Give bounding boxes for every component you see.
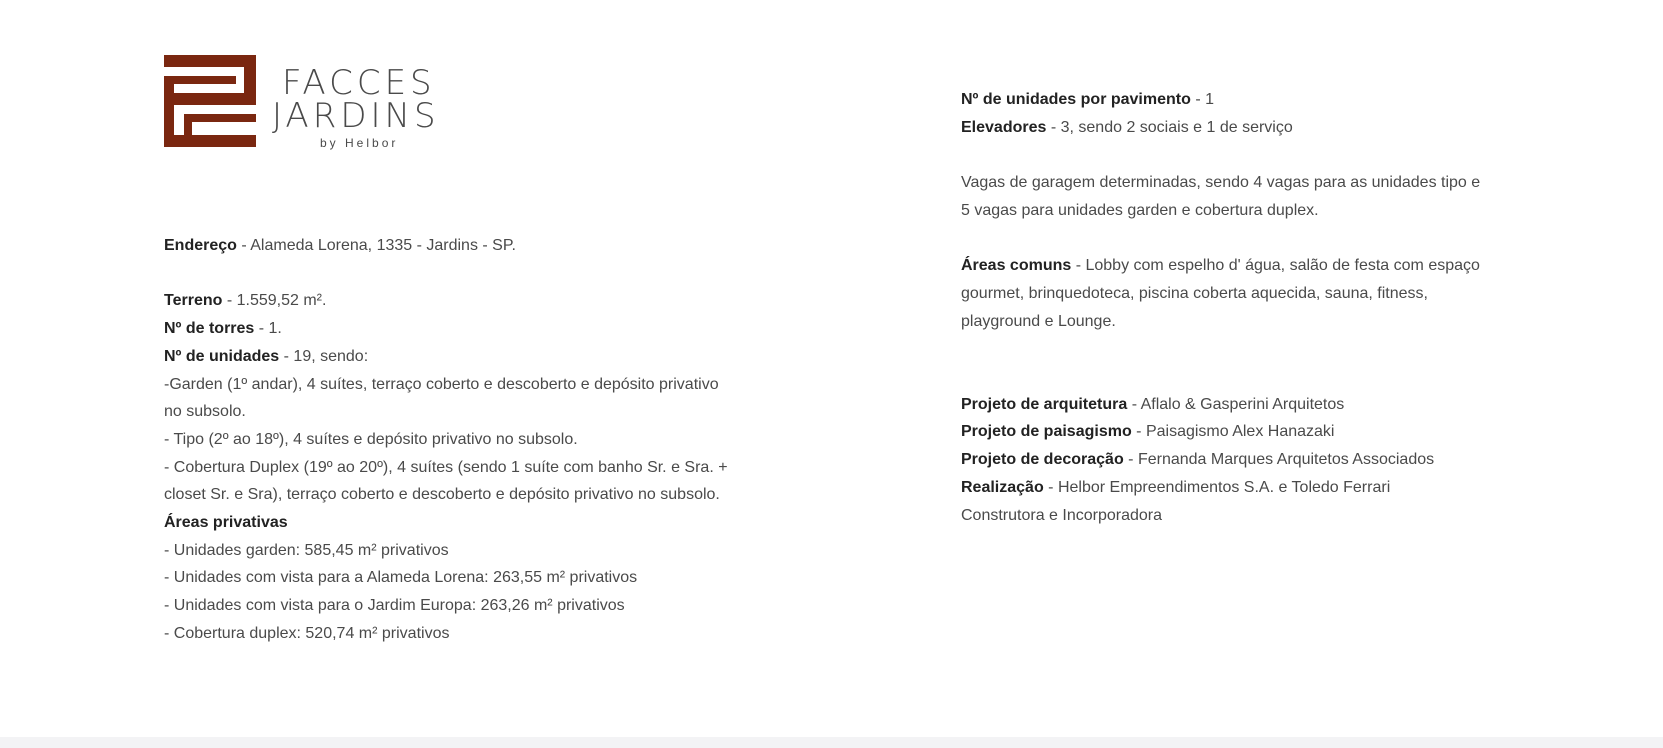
area-privativa-item: - Unidades garden: 585,45 m² privativos bbox=[164, 541, 449, 559]
unidades-pavimento-value: - 1 bbox=[1190, 91, 1214, 108]
decoracao-label: Projeto de decoração bbox=[961, 451, 1124, 469]
elevadores-value: - 3, sendo 2 sociais e 1 de serviço bbox=[1046, 118, 1293, 136]
endereco-line: Endereço - Alameda Lorena, 1335 - Jardin… bbox=[164, 232, 804, 260]
endereco-value: - Alameda Lorena, 1335 - Jardins - SP. bbox=[236, 237, 516, 254]
logo-wordmark: FACCES JARDINS by Helbor bbox=[272, 66, 440, 150]
unidades-detail-line: no subsolo. bbox=[164, 403, 246, 421]
facces-jardins-logo: FACCES JARDINS by Helbor bbox=[164, 55, 464, 150]
paisagismo-label: Projeto de paisagismo bbox=[961, 423, 1132, 441]
arquitetura-label: Projeto de arquitetura bbox=[961, 395, 1128, 413]
vagas-line: 5 vagas para unidades garden e cobertura… bbox=[961, 201, 1319, 219]
decoracao-line: Projeto de decoração - Fernanda Marques … bbox=[961, 446, 1561, 474]
specs-left-column: Endereço - Alameda Lorena, 1335 - Jardin… bbox=[164, 232, 804, 648]
footer-strip bbox=[0, 737, 1663, 748]
areas-privativas-title: Áreas privativas bbox=[164, 514, 288, 532]
paisagismo-line: Projeto de paisagismo - Paisagismo Alex … bbox=[961, 418, 1561, 446]
facces-logo-mark-icon bbox=[164, 55, 256, 147]
unidades-detail-line: closet Sr. e Sra), terraço coberto e des… bbox=[164, 486, 720, 504]
unidades-line: Nº de unidades - 19, sendo: bbox=[164, 343, 804, 371]
areas-comuns-line: gourmet, brinquedoteca, piscina coberta … bbox=[961, 284, 1428, 302]
realizacao-label: Realização bbox=[961, 478, 1044, 496]
vagas-line: Vagas de garagem determinadas, sendo 4 v… bbox=[961, 174, 1481, 192]
area-privativa-item: - Unidades com vista para o Jardim Europ… bbox=[164, 597, 625, 615]
realizacao-line: Realização - Helbor Empreendimentos S.A.… bbox=[961, 474, 1561, 502]
page: FACCES JARDINS by Helbor Endereço - Alam… bbox=[0, 0, 1663, 737]
areas-comuns-line: Áreas comuns - Lobby com espelho d' água… bbox=[961, 252, 1561, 280]
realizacao-line-2: Construtora e Incorporadora bbox=[961, 506, 1162, 524]
paisagismo-value: - Paisagismo Alex Hanazaki bbox=[1131, 423, 1335, 441]
torres-label: Nº de torres bbox=[164, 320, 255, 338]
unidades-pavimento-line: Nº de unidades por pavimento - 1 bbox=[961, 86, 1561, 114]
unidades-value: - 19, sendo: bbox=[279, 347, 369, 365]
torres-value: - 1. bbox=[254, 320, 282, 338]
arquitetura-value: - Aflalo & Gasperini Arquitetos bbox=[1127, 395, 1345, 413]
areas-comuns-value: - Lobby com espelho d' água, salão de fe… bbox=[1071, 257, 1480, 275]
area-privativa-item: - Unidades com vista para a Alameda Lore… bbox=[164, 569, 638, 587]
endereco-label: Endereço bbox=[164, 237, 237, 254]
realizacao-value: - Helbor Empreendimentos S.A. e Toledo F… bbox=[1043, 478, 1391, 496]
terreno-label: Terreno bbox=[164, 292, 223, 310]
elevadores-label: Elevadores bbox=[961, 118, 1047, 136]
arquitetura-line: Projeto de arquitetura - Aflalo & Gasper… bbox=[961, 391, 1561, 419]
decoracao-value: - Fernanda Marques Arquitetos Associados bbox=[1123, 451, 1435, 469]
areas-comuns-label: Áreas comuns bbox=[961, 257, 1072, 275]
logo-jardins-text: JARDINS bbox=[272, 96, 440, 136]
specs-right-column: Nº de unidades por pavimento - 1 Elevado… bbox=[961, 86, 1561, 529]
elevadores-line: Elevadores - 3, sendo 2 sociais e 1 de s… bbox=[961, 114, 1561, 142]
area-privativa-item: - Cobertura duplex: 520,74 m² privativos bbox=[164, 624, 450, 642]
terreno-line: Terreno - 1.559,52 m². bbox=[164, 287, 804, 315]
torres-line: Nº de torres - 1. bbox=[164, 315, 804, 343]
logo-byline: by Helbor bbox=[320, 136, 399, 150]
unidades-detail-line: -Garden (1º andar), 4 suítes, terraço co… bbox=[164, 375, 719, 393]
unidades-label: Nº de unidades bbox=[164, 347, 280, 365]
unidades-detail-line: - Cobertura Duplex (19º ao 20º), 4 suíte… bbox=[164, 458, 728, 476]
terreno-value: - 1.559,52 m². bbox=[222, 292, 327, 310]
areas-privativas-line: Áreas privativas bbox=[164, 509, 804, 537]
areas-comuns-line: playground e Lounge. bbox=[961, 312, 1116, 330]
unidades-detail-line: - Tipo (2º ao 18º), 4 suítes e depósito … bbox=[164, 430, 578, 448]
unidades-pavimento-label: Nº de unidades por pavimento bbox=[961, 91, 1191, 108]
